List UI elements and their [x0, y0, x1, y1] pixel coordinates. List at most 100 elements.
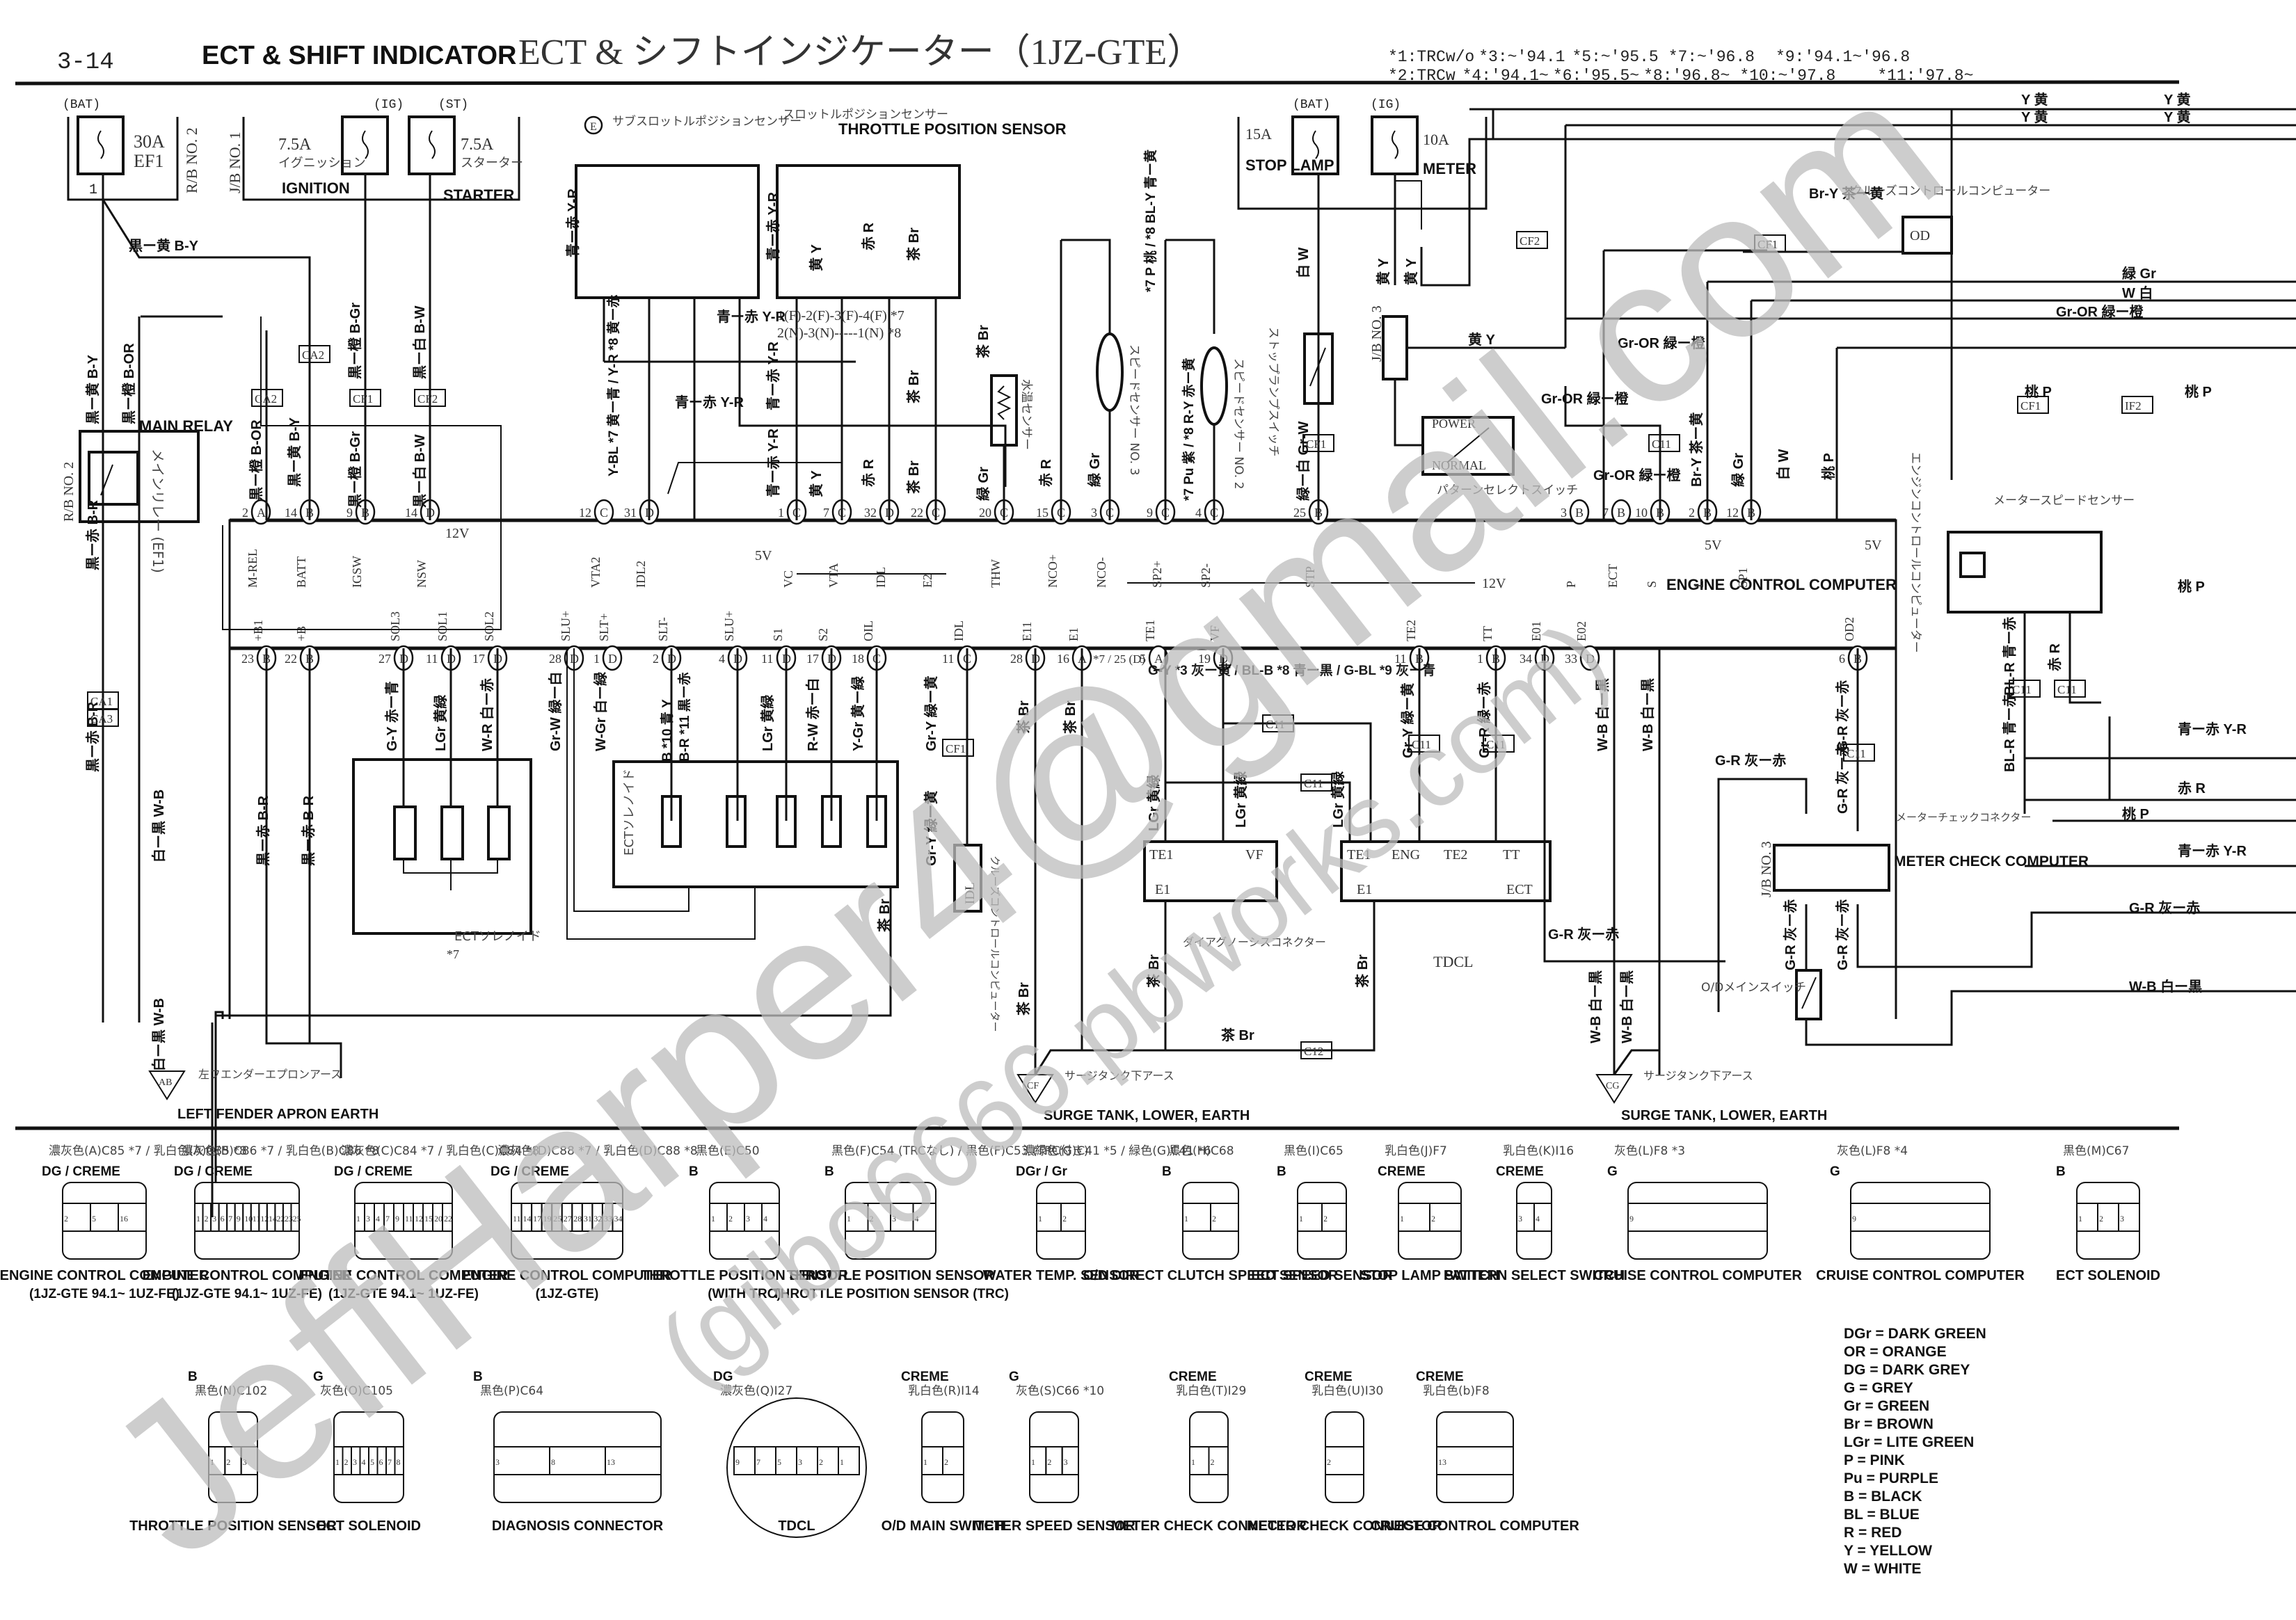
tps-pins-row2: 2(N)-3(N)-----1(N) *8: [777, 326, 901, 341]
pin-number: 2: [1047, 1457, 1051, 1467]
wire-label-gr-r: G-R 灰ー赤: [1715, 752, 1786, 769]
pin-name: NCO-: [1094, 557, 1108, 588]
fuse-rating: 7.5A: [461, 136, 494, 154]
legend-item: OR = ORANGE: [1844, 1344, 1947, 1360]
tag-text: CF2: [1520, 234, 1540, 248]
wire-label-by10: B *10 青 Y: [660, 699, 675, 762]
stop-lamp-switch-label: ストップランプスイッチ: [1266, 327, 1280, 457]
tag-text: CF1: [2020, 399, 2041, 412]
connector-body: [493, 1411, 662, 1503]
wire-label-bgr: 黒ー橙 B-Gr: [346, 303, 363, 379]
ecu-pin: D27SOL3: [378, 611, 414, 671]
fuse-name: IGNITION: [282, 179, 350, 197]
tag-text: CF1: [353, 392, 373, 406]
tag-text: C12: [1304, 1045, 1323, 1058]
pin-number: 3: [495, 1457, 500, 1467]
wire-label-wr: W-R 白ー赤: [479, 678, 495, 751]
wire-label-yr: 青ー赤 Y-R: [675, 394, 744, 410]
pin-number: 8: [551, 1457, 555, 1467]
tag-text: IF2: [2125, 399, 2142, 412]
connector-code: 灰色(L)F8 *3: [1614, 1144, 1685, 1158]
connector-view: 乳白色(b)F8CREME 13 CRUISE CONTROL COMPUTER: [1371, 1370, 1579, 1534]
pin-number: 1: [593, 652, 600, 666]
connector-view: 乳白色(U)I30CREME2METER CHECK CONNECTOR: [1247, 1370, 1442, 1534]
connector-code: 灰色(S)C66 *10: [1016, 1384, 1104, 1398]
pin-number: 13: [1438, 1457, 1446, 1467]
pin-number: 6: [221, 1214, 225, 1224]
pin-number: 11: [426, 652, 438, 666]
legend-item: P = PINK: [1844, 1452, 1905, 1468]
pin-number: 1: [1191, 1457, 1195, 1467]
pin-number: 9: [1852, 1214, 1856, 1224]
pin-number: 8: [397, 1457, 401, 1467]
wire-label-by: 黒ー黄 B-Y: [286, 417, 303, 487]
feed-label: (BAT): [63, 98, 100, 112]
pin-number: 7: [228, 1214, 232, 1224]
ecu-pin: C22E2: [911, 499, 946, 588]
meter-speed-sensor: [1947, 531, 2103, 613]
pin-number: 3: [1518, 1214, 1522, 1224]
diag-e1: E1: [1155, 882, 1170, 897]
connector-color: CREME: [1378, 1164, 1426, 1179]
wire-label-y: 黄 Y: [1403, 257, 1419, 285]
wire-label-y: 黄 Y: [808, 243, 824, 271]
ecu-pin: D1 SLT+: [593, 613, 623, 671]
connector-pin: [1850, 1203, 1991, 1232]
pin-number: 4: [1195, 506, 1202, 520]
pin-name: VTA2: [589, 556, 603, 588]
pin-number: 20: [979, 506, 991, 520]
wire-label-by: 黒ー黄 B-Y: [129, 237, 199, 254]
legend-item: DGr = DARK GREEN: [1844, 1326, 1986, 1342]
connector-body: [2076, 1182, 2140, 1260]
legend-item: Pu = PURPLE: [1844, 1470, 1938, 1486]
tdcl-ect: ECT: [1506, 882, 1533, 897]
pin-number: 3: [798, 1457, 802, 1467]
pin-number: 7: [823, 506, 829, 520]
pin-connector: B: [1617, 506, 1625, 520]
ecu-pin: C18OIL: [852, 620, 887, 671]
wire-label-gr-r: G-R 灰ー赤: [2129, 899, 2200, 916]
connector-label: ECT SOLENOID: [2056, 1268, 2160, 1283]
meter-check-label-jp: メーターチェックコネクター: [1896, 811, 2031, 824]
pin-name: S1: [771, 628, 785, 641]
connector-view: 灰色(L)F8 *3 G 9 CRUISE CONTROL COMPUTER: [1593, 1144, 1802, 1283]
connector-view: 乳白色(R)I14CREME1 2O/D MAIN SWITCH: [882, 1370, 1005, 1534]
wire-label-r: 赤 R: [2046, 643, 2063, 671]
fuse-block-jb1-right: (BAT) (IG) 15A STOP LAMP 10A METER: [1237, 98, 1488, 210]
pin-number: 22: [285, 652, 297, 666]
pin-number: 31: [624, 506, 637, 520]
wire-label-w: 白 W: [1295, 247, 1312, 278]
wire-label-wb: 白ー黒 W-B: [150, 998, 167, 1071]
legend-item: Y = YELLOW: [1844, 1543, 1933, 1559]
pin-number: 1: [1184, 1214, 1188, 1224]
wire-label-wb: W-B 白ー黒: [1587, 970, 1604, 1043]
connector-code: 黒色(H)C68: [1169, 1144, 1234, 1158]
pin-number: 27: [378, 652, 391, 666]
wire-label-rw: R-W 赤ー白: [804, 677, 821, 751]
meter-check-junction: [1773, 844, 1890, 892]
fuse-icon: [1312, 130, 1319, 159]
wire-label-ybl: Y-BL *7 黄ー青 / Y-R *8 黄ー赤: [605, 295, 621, 476]
meter-check-label: METER CHECK COMPUTER: [1894, 853, 2089, 869]
pin-name: E11: [1020, 622, 1034, 641]
pin-name: SLU+: [559, 611, 573, 641]
connector-code: 黒色(I)C65: [1284, 1144, 1344, 1158]
earth-code: CG: [1606, 1081, 1619, 1091]
supply-12v: 12V: [445, 526, 470, 541]
ect-solenoid-m-note: *7: [447, 947, 459, 961]
od-main-switch-label: O/Dメインスイッチ: [1701, 981, 1806, 995]
pin-number: 28: [549, 652, 561, 666]
connector-color: DGr / Gr: [1016, 1164, 1068, 1179]
pin-name: SP1: [1736, 568, 1750, 588]
wire-label-bor: 黒ー橙 B-OR: [120, 343, 137, 424]
pin-name: SOL1: [436, 611, 449, 641]
fuse-name-jp: スターター: [461, 156, 523, 170]
pin-number: 15: [1036, 506, 1049, 520]
pin-number: 2: [653, 652, 659, 666]
pin-number: 13: [607, 1457, 615, 1467]
pin-name: VTA: [827, 563, 840, 588]
connector-label: CRUISE CONTROL COMPUTER: [1593, 1268, 1802, 1283]
wire-label-bw: 黒ー白 B-W: [411, 434, 428, 508]
pin-name: THW: [989, 559, 1003, 588]
connector-body: [1627, 1182, 1768, 1260]
